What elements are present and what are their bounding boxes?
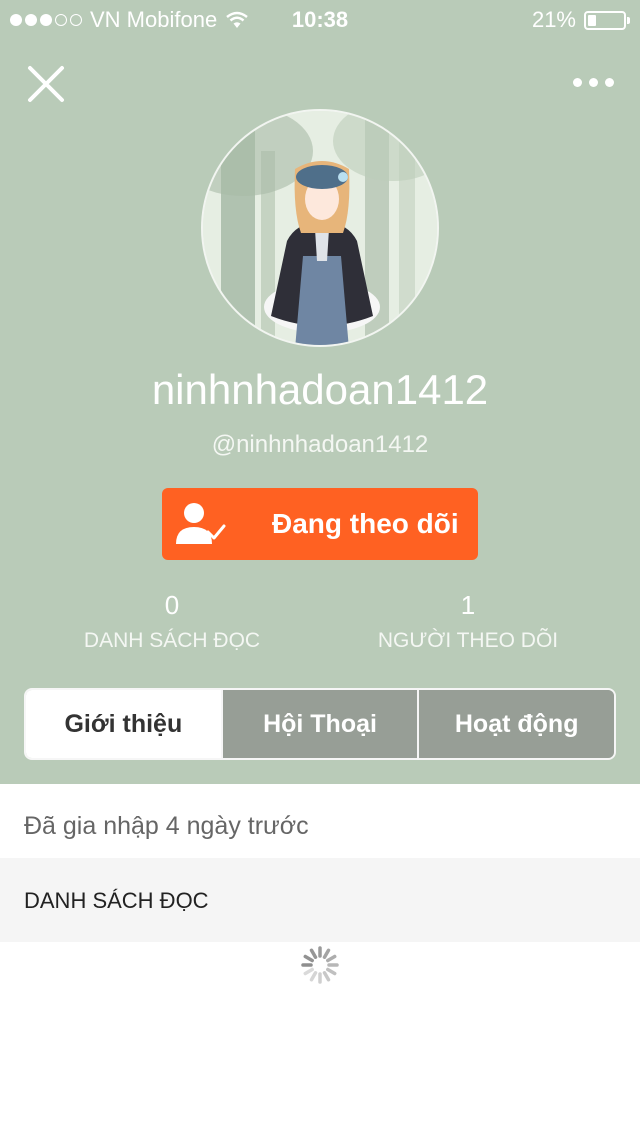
reading-list-label: DANH SÁCH ĐỌC	[83, 629, 261, 652]
reading-list-title: DANH SÁCH ĐỌC	[24, 888, 209, 913]
followers-label: NGƯỜI THEO DÕI	[377, 629, 559, 652]
tab-about[interactable]: Giới thiệu	[26, 690, 221, 758]
battery-percent: 21%	[531, 7, 576, 32]
battery-icon	[584, 10, 630, 30]
user-handle: @ninhnhadoan1412	[211, 431, 429, 458]
profile-header: VN Mobifone 10:38 21% ninhnhadoan1412 @n…	[0, 0, 640, 784]
profile-tabs: Giới thiệu Hội Thoại Hoạt động	[24, 688, 616, 760]
followers-stat[interactable]: 1 NGƯỜI THEO DÕI	[338, 590, 598, 653]
user-check-icon	[176, 503, 226, 544]
more-dots-icon[interactable]	[573, 78, 614, 87]
following-label: Đang theo dõi	[272, 508, 459, 539]
followers-count: 1	[460, 590, 476, 620]
reading-list-count: 0	[164, 590, 180, 620]
tab-conversations[interactable]: Hội Thoại	[220, 690, 420, 758]
tab-activity[interactable]: Hoạt động	[419, 690, 614, 758]
avatar	[201, 109, 439, 347]
close-icon[interactable]	[26, 64, 66, 104]
battery-indicator: 21%	[531, 7, 630, 33]
following-button[interactable]: Đang theo dõi	[162, 488, 478, 560]
reading-list-stat[interactable]: 0 DANH SÁCH ĐỌC	[42, 590, 302, 653]
joined-date: Đã gia nhập 4 ngày trước	[24, 812, 309, 840]
loading-spinner-icon	[301, 946, 339, 984]
reading-list-section: DANH SÁCH ĐỌC	[0, 858, 640, 942]
status-bar: VN Mobifone 10:38 21%	[0, 0, 640, 40]
avatar-illustration	[203, 111, 437, 345]
username: ninhnhadoan1412	[151, 366, 489, 413]
